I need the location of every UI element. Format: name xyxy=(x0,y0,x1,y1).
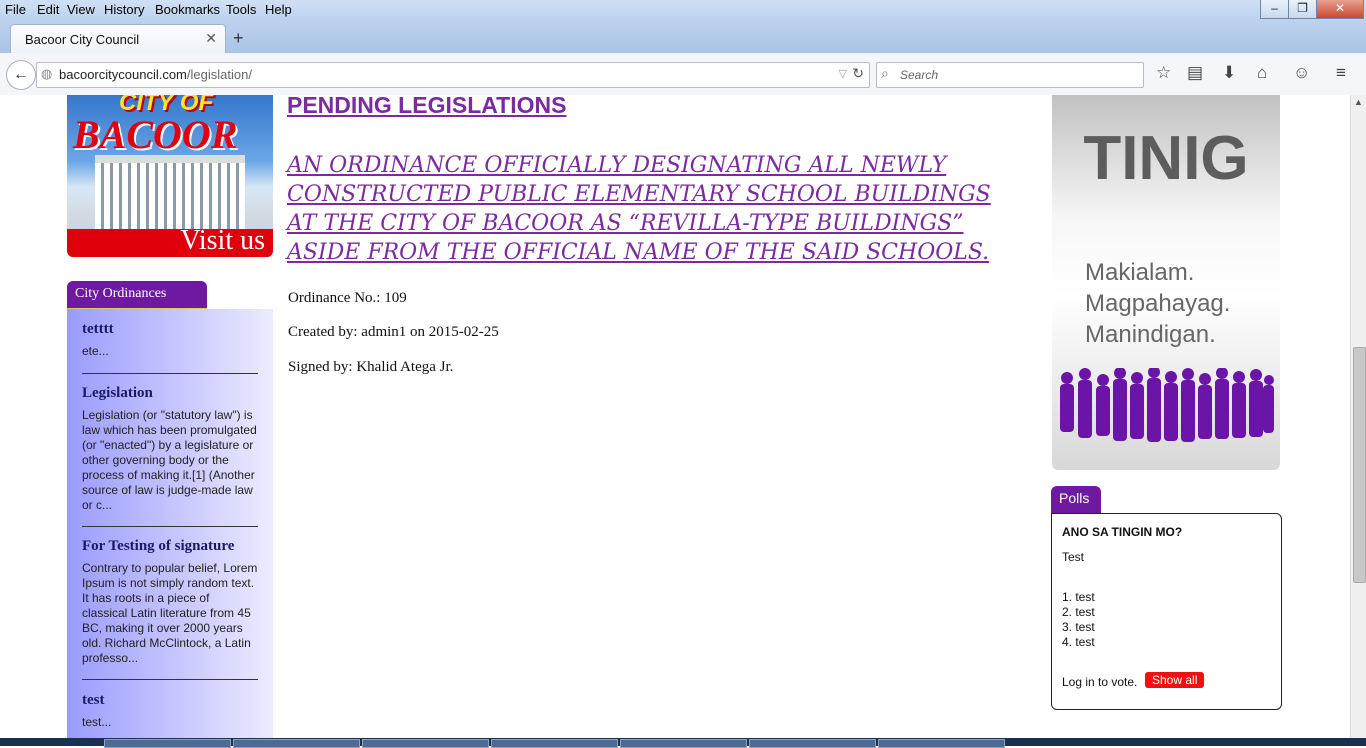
ordinance-number: Ordinance No.: 109 xyxy=(288,290,407,306)
taskbar-item[interactable] xyxy=(749,739,876,748)
page-content: CITY OF BACOOR Visit us City Ordinances … xyxy=(0,95,1350,746)
globe-icon: ◍ xyxy=(41,66,53,81)
close-window-button[interactable]: ✕ xyxy=(1316,0,1364,19)
menu-tools[interactable]: Tools xyxy=(226,2,256,17)
hamburger-menu-icon[interactable]: ≡ xyxy=(1336,63,1346,83)
scroll-up-arrow-icon[interactable]: ▲ xyxy=(1354,97,1363,107)
divider xyxy=(82,679,258,680)
os-taskbar xyxy=(0,738,1366,748)
url-text: bacoorcitycouncil.com/legislation/ xyxy=(59,67,252,82)
poll-question: ANO SA TINGIN MO? xyxy=(1062,525,1183,539)
banner-visit-text: Visit us xyxy=(180,225,265,256)
ordinance-item-title[interactable]: For Testing of signature xyxy=(82,538,258,555)
home-icon[interactable]: ⌂ xyxy=(1257,63,1267,83)
city-ordinances-tab: City Ordinances xyxy=(67,281,207,311)
close-tab-icon[interactable]: ✕ xyxy=(205,30,217,47)
poll-option: 1. test xyxy=(1062,590,1095,604)
taskbar-item[interactable] xyxy=(362,739,489,748)
download-icon[interactable]: ⬇ xyxy=(1222,63,1236,83)
divider xyxy=(82,526,258,527)
menu-view[interactable]: View xyxy=(67,2,95,17)
banner-bacoor-text: BACOOR xyxy=(73,112,238,157)
poll-options: 1. test 2. test 3. test 4. test xyxy=(1062,590,1095,650)
ordinance-item-title[interactable]: tetttt xyxy=(82,321,258,338)
chat-icon[interactable]: ☺ xyxy=(1293,63,1310,83)
search-input[interactable]: ⌕ Search xyxy=(876,62,1144,88)
ordinance-item-excerpt: test... xyxy=(82,715,112,729)
taskbar-item[interactable] xyxy=(104,739,231,748)
poll-login-text: Log in to vote. xyxy=(1062,675,1138,689)
tinig-slogan: Makialam. Magpahayag. Manindigan. xyxy=(1085,257,1230,350)
new-tab-icon[interactable]: + xyxy=(233,28,244,49)
poll-option: 4. test xyxy=(1062,635,1095,649)
slogan-line: Magpahayag. xyxy=(1085,290,1231,317)
bacoor-banner[interactable]: CITY OF BACOOR Visit us xyxy=(67,95,273,257)
ordinance-list-item[interactable]: Legislation Legislation (or "statutory l… xyxy=(82,385,258,513)
tab-bar: Bacoor City Council ✕ xyxy=(0,20,1366,54)
reload-icon[interactable]: ↻ xyxy=(852,65,864,82)
show-all-button[interactable]: Show all xyxy=(1145,672,1205,688)
taskbar-item[interactable] xyxy=(233,739,360,748)
tinig-banner[interactable]: TINIG Makialam. Magpahayag. Manindigan. xyxy=(1052,95,1280,470)
search-placeholder: Search xyxy=(900,68,939,82)
ordinance-list-item[interactable]: For Testing of signature Contrary to pop… xyxy=(82,538,258,666)
city-ordinances-label: City Ordinances xyxy=(75,286,167,301)
page-title[interactable]: PENDING LEGISLATIONS xyxy=(287,95,566,119)
ordinance-item-excerpt: Contrary to popular belief, Lorem Ipsum … xyxy=(82,561,258,665)
signed-by: Signed by: Khalid Atega Jr. xyxy=(288,359,454,375)
menu-bar: File Edit View History Bookmarks Tools H… xyxy=(0,0,1366,20)
ordinance-item-excerpt: Legislation (or "statutory law") is law … xyxy=(82,408,257,512)
tab-title: Bacoor City Council xyxy=(25,32,140,47)
navigation-bar: ← ◍ bacoorcitycouncil.com/legislation/ ▽… xyxy=(0,53,1366,96)
search-icon: ⌕ xyxy=(881,65,889,81)
ordinance-item-excerpt: ete... xyxy=(82,344,109,358)
menu-file[interactable]: File xyxy=(5,2,26,17)
polls-panel: ANO SA TINGIN MO? Test 1. test 2. test 3… xyxy=(1051,513,1282,710)
ordinance-list-item[interactable]: tetttt ete... xyxy=(82,321,258,359)
vertical-scrollbar[interactable]: ▲ xyxy=(1350,95,1366,746)
bookmark-star-icon[interactable]: ☆ xyxy=(1156,63,1171,83)
ordinance-title-link[interactable]: AN ORDINANCE OFFICIALLY DESIGNATING ALL … xyxy=(287,151,1027,267)
taskbar-item[interactable] xyxy=(620,739,747,748)
ordinance-list-item[interactable]: test test... xyxy=(82,692,258,730)
slogan-line: Makialam. xyxy=(1085,259,1195,286)
ordinance-item-title[interactable]: Legislation xyxy=(82,385,258,402)
taskbar-item[interactable] xyxy=(878,739,1005,748)
divider xyxy=(82,373,258,374)
menu-bookmarks[interactable]: Bookmarks xyxy=(155,2,220,17)
polls-tab: Polls xyxy=(1051,486,1101,516)
slogan-line: Manindigan. xyxy=(1085,321,1216,348)
ordinance-item-title[interactable]: test xyxy=(82,692,258,709)
created-by: Created by: admin1 on 2015-02-25 xyxy=(288,324,499,340)
poll-option: 2. test xyxy=(1062,605,1095,619)
crowd-silhouette-icon xyxy=(1060,368,1274,442)
tab-bacoor-city-council[interactable]: Bacoor City Council ✕ xyxy=(10,24,226,54)
menu-history[interactable]: History xyxy=(104,2,144,17)
url-bar[interactable]: ◍ bacoorcitycouncil.com/legislation/ ▽ ↻ xyxy=(36,62,870,88)
reading-list-icon[interactable]: ▤ xyxy=(1187,63,1203,83)
city-ordinances-panel: tetttt ete... Legislation Legislation (o… xyxy=(67,309,273,746)
back-button[interactable]: ← xyxy=(6,60,36,90)
menu-help[interactable]: Help xyxy=(265,2,292,17)
city-hall-building-image xyxy=(95,155,245,233)
polls-label: Polls xyxy=(1059,490,1090,506)
taskbar-item[interactable] xyxy=(491,739,618,748)
tinig-word: TINIG xyxy=(1083,124,1249,193)
poll-subtitle: Test xyxy=(1062,550,1085,564)
scrollbar-thumb[interactable] xyxy=(1353,347,1366,583)
minimize-button[interactable]: – xyxy=(1260,0,1289,19)
menu-edit[interactable]: Edit xyxy=(37,2,59,17)
poll-option: 3. test xyxy=(1062,620,1095,634)
maximize-button[interactable]: ❐ xyxy=(1288,0,1317,19)
dropdown-arrow-icon[interactable]: ▽ xyxy=(839,67,847,80)
